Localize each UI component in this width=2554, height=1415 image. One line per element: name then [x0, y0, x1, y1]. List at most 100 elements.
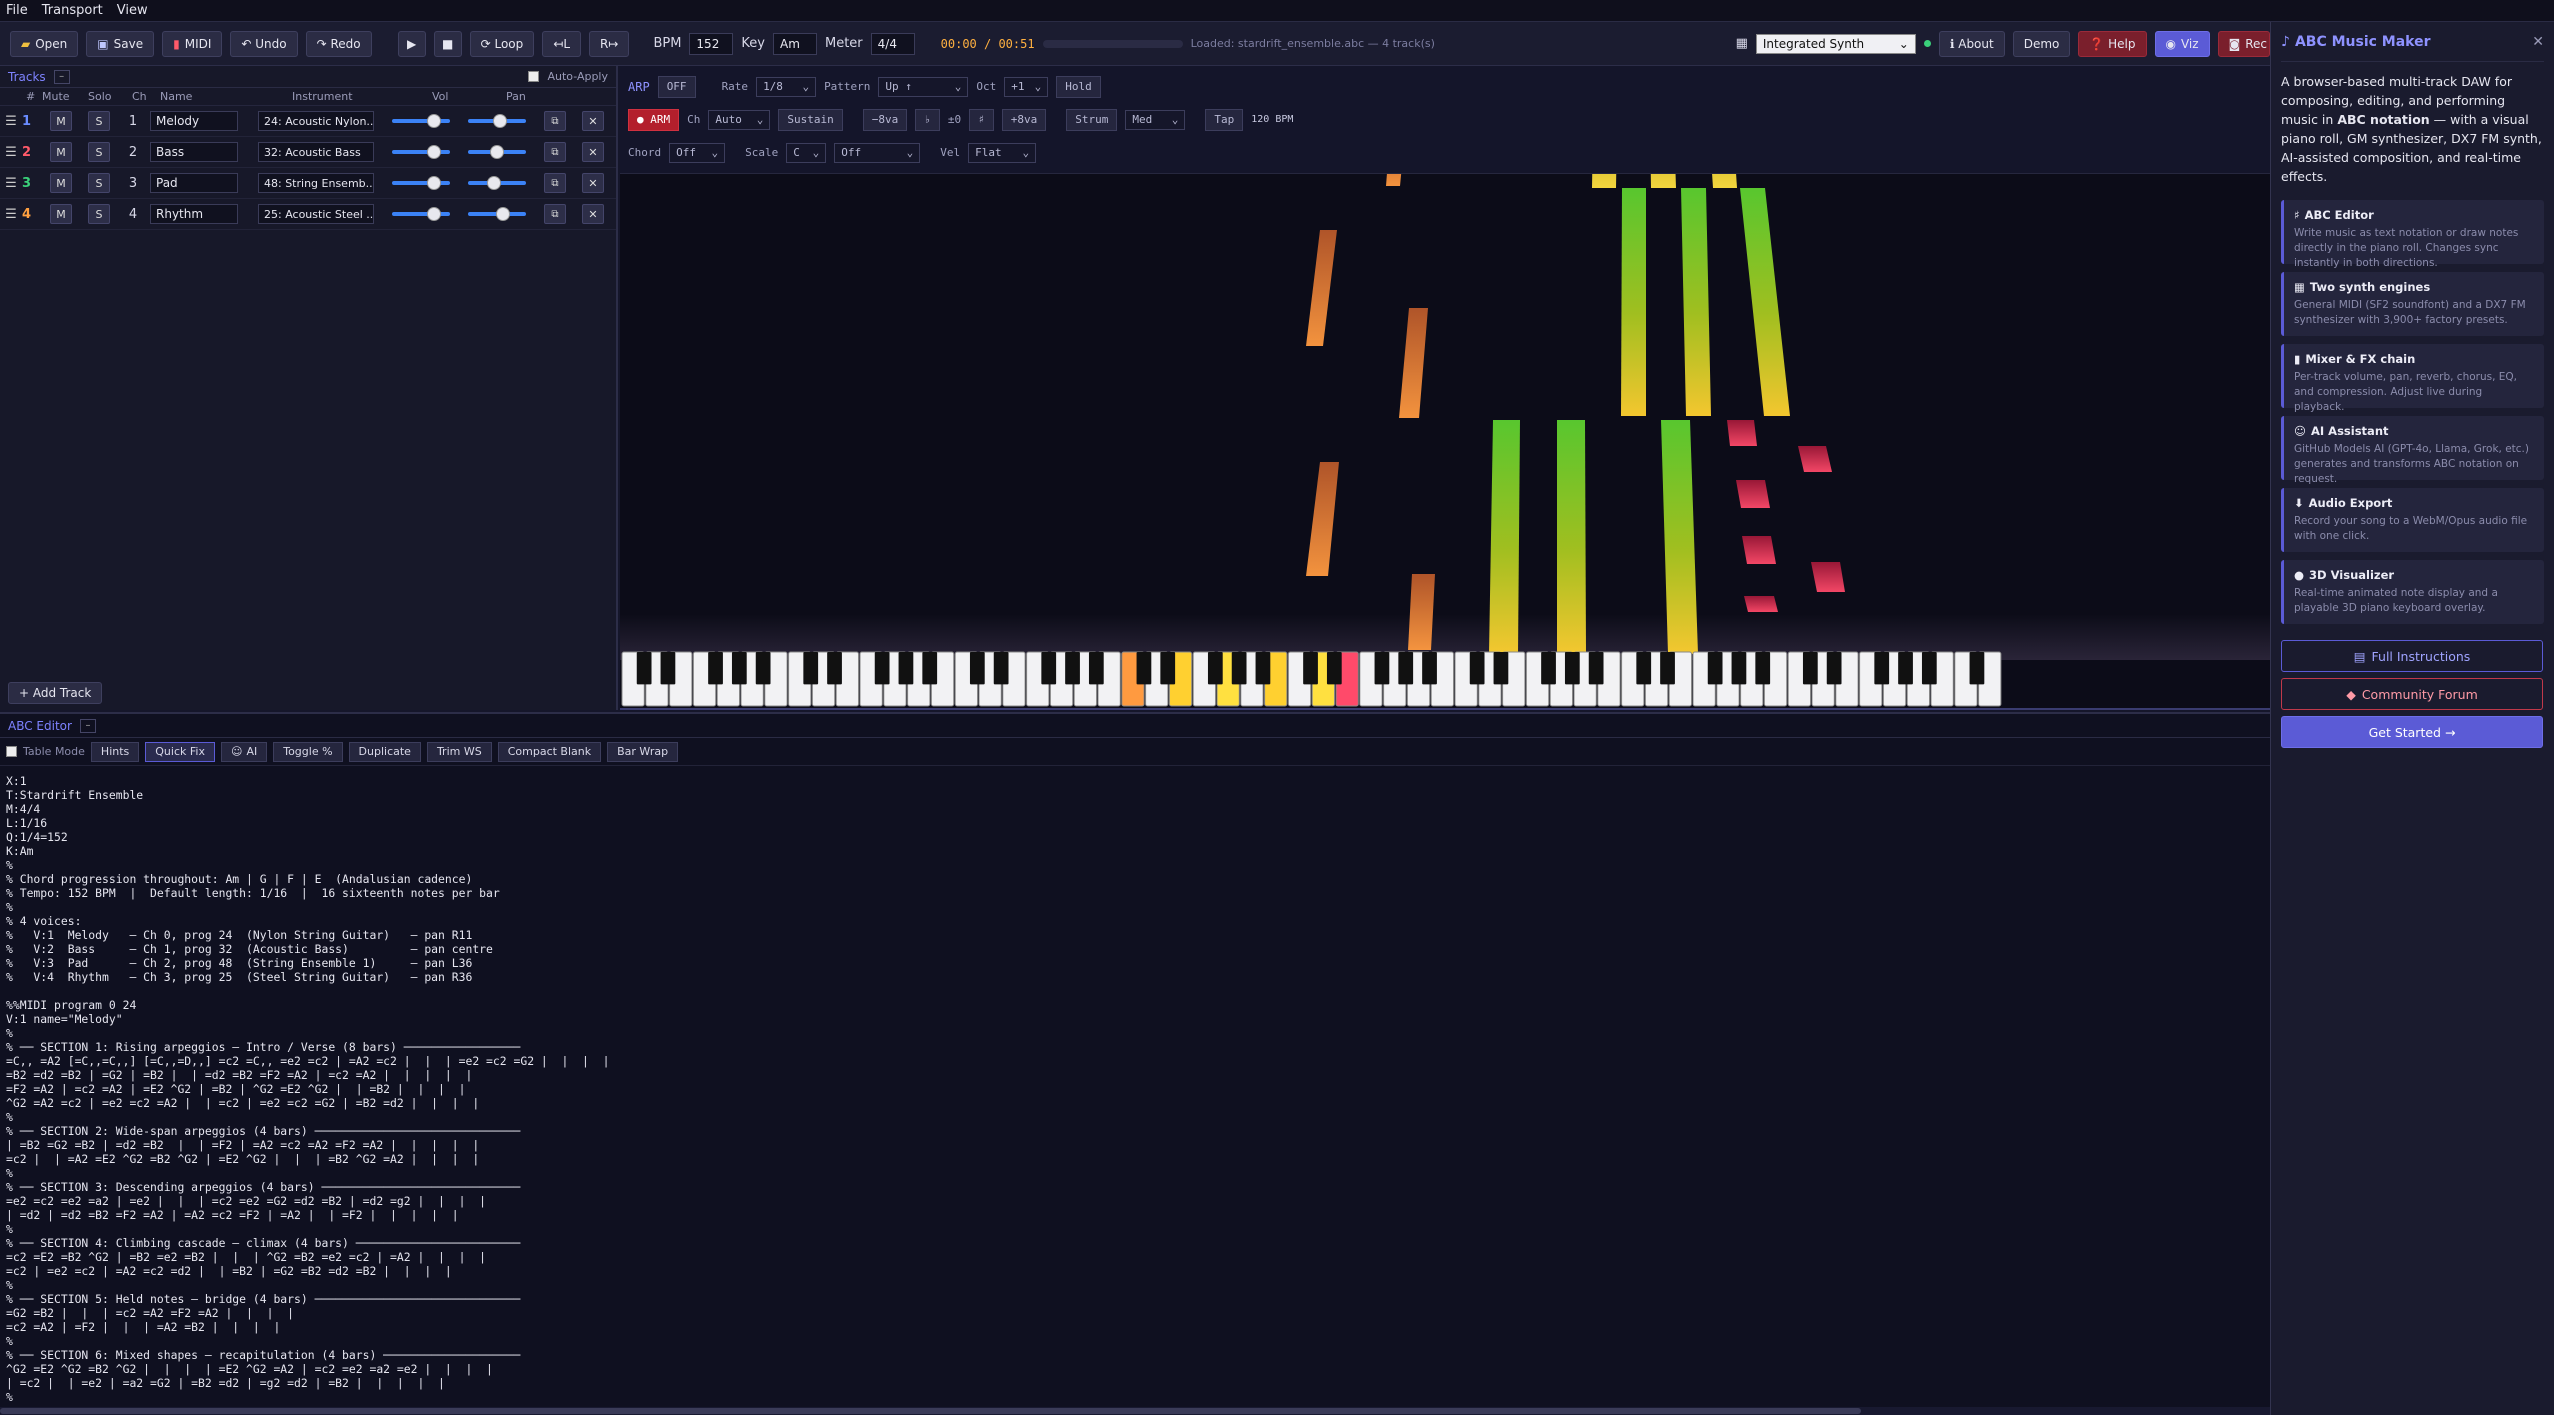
synth-select[interactable]: Integrated Synth ⌄: [1755, 33, 1916, 54]
add-track-button[interactable]: + Add Track: [8, 682, 103, 704]
menu-file[interactable]: File: [6, 3, 28, 18]
volume-knob[interactable]: [426, 114, 441, 128]
track-name-input[interactable]: Bass: [150, 142, 238, 162]
hold-button[interactable]: Hold: [1056, 75, 1101, 98]
auto-apply-checkbox[interactable]: [528, 71, 540, 82]
rec-button[interactable]: ◙ Rec: [2217, 30, 2270, 57]
arm-button[interactable]: ● ARM: [628, 108, 680, 131]
key-input[interactable]: Am: [773, 32, 817, 55]
community-forum-button[interactable]: ◆ Community Forum: [2281, 678, 2543, 710]
demo-button[interactable]: Demo: [2012, 30, 2071, 57]
delete-icon[interactable]: ✕: [582, 142, 604, 162]
editor-collapse-button[interactable]: –: [79, 718, 96, 733]
undo-button[interactable]: ↶ Undo: [230, 30, 298, 57]
sustain-button[interactable]: Sustain: [778, 108, 843, 131]
full-instructions-button[interactable]: ▤ Full Instructions: [2281, 640, 2543, 672]
pan-knob[interactable]: [487, 176, 502, 190]
copy-icon[interactable]: ⧉: [544, 142, 566, 162]
bpm-input[interactable]: 152: [689, 32, 734, 55]
volume-slider[interactable]: [392, 145, 450, 159]
rate-select[interactable]: 1/8 ⌄: [756, 76, 817, 97]
copy-icon[interactable]: ⧉: [544, 111, 566, 131]
menu-transport[interactable]: Transport: [42, 3, 103, 18]
copy-icon[interactable]: ⧉: [544, 204, 566, 224]
tracks-collapse-button[interactable]: –: [53, 69, 70, 84]
pattern-select[interactable]: Up ↑ ⌄: [878, 76, 969, 97]
bar-wrap-button[interactable]: Bar Wrap: [607, 741, 679, 762]
copy-icon[interactable]: ⧉: [544, 173, 566, 193]
piano-roll-visualizer[interactable]: [620, 174, 2270, 710]
stop-button[interactable]: ■: [433, 30, 462, 57]
pan-knob[interactable]: [495, 207, 510, 221]
flat-button[interactable]: ♭: [915, 108, 940, 131]
track-name-input[interactable]: Rhythm: [150, 204, 238, 224]
mute-button[interactable]: M: [50, 173, 72, 193]
solo-button[interactable]: S: [88, 111, 110, 131]
ch-select[interactable]: Auto ⌄: [708, 109, 771, 130]
close-icon[interactable]: ✕: [2532, 34, 2544, 50]
octave-down-button[interactable]: −8va: [862, 108, 908, 131]
save-button[interactable]: ▣ Save: [86, 30, 155, 57]
play-button[interactable]: ▶: [397, 30, 426, 57]
volume-slider[interactable]: [392, 176, 450, 190]
mute-button[interactable]: M: [50, 111, 72, 131]
volume-knob[interactable]: [426, 176, 441, 190]
pan-knob[interactable]: [492, 114, 507, 128]
instrument-select[interactable]: 32: Acoustic Bass: [258, 142, 374, 162]
strum-select[interactable]: Med ⌄: [1125, 109, 1186, 130]
compact-blank-button[interactable]: Compact Blank: [497, 741, 602, 762]
solo-button[interactable]: S: [88, 173, 110, 193]
scale-root-select[interactable]: C ⌄: [786, 142, 827, 163]
abc-text-area[interactable]: X:1 T:Stardrift Ensemble M:4/4 L:1/16 Q:…: [0, 766, 2270, 1412]
volume-slider[interactable]: [392, 207, 450, 221]
arp-off-button[interactable]: OFF: [657, 75, 696, 98]
drag-handle-icon[interactable]: ☰: [0, 176, 22, 191]
drag-handle-icon[interactable]: ☰: [0, 145, 22, 160]
editor-scroll-thumb[interactable]: [0, 1408, 1862, 1414]
instrument-select[interactable]: 24: Acoustic Nylon...: [258, 111, 374, 131]
trim-ws-button[interactable]: Trim WS: [426, 741, 492, 762]
viz-button[interactable]: ◉ Viz: [2154, 30, 2210, 57]
get-started-button[interactable]: Get Started →: [2281, 716, 2543, 748]
strum-button[interactable]: Strum: [1066, 108, 1118, 131]
loop-left-button[interactable]: ↤L: [542, 30, 582, 57]
duplicate-button[interactable]: Duplicate: [348, 741, 421, 762]
delete-icon[interactable]: ✕: [582, 111, 604, 131]
vel-select[interactable]: Flat ⌄: [968, 142, 1037, 163]
pan-slider[interactable]: [468, 145, 526, 159]
mute-button[interactable]: M: [50, 142, 72, 162]
scale-select[interactable]: Off ⌄: [834, 142, 921, 163]
quick-fix-button[interactable]: Quick Fix: [145, 741, 215, 762]
tap-button[interactable]: Tap: [1205, 108, 1244, 131]
redo-button[interactable]: ↷ Redo: [305, 30, 372, 57]
open-button[interactable]: ▰ Open: [10, 30, 79, 57]
instrument-select[interactable]: 25: Acoustic Steel ...: [258, 204, 374, 224]
editor-horizontal-scrollbar[interactable]: [0, 1407, 2270, 1415]
drag-handle-icon[interactable]: ☰: [0, 207, 22, 222]
solo-button[interactable]: S: [88, 142, 110, 162]
volume-knob[interactable]: [426, 145, 441, 159]
oct-select[interactable]: +1 ⌄: [1004, 76, 1049, 97]
playback-progress[interactable]: [1042, 39, 1183, 48]
pan-knob[interactable]: [490, 145, 504, 159]
hints-button[interactable]: Hints: [90, 741, 140, 762]
drag-handle-icon[interactable]: ☰: [0, 114, 22, 129]
pan-slider[interactable]: [468, 176, 526, 190]
solo-button[interactable]: S: [88, 204, 110, 224]
midi-button[interactable]: ▮ MIDI: [162, 30, 223, 57]
instrument-select[interactable]: 48: String Ensemb...: [258, 173, 374, 193]
toggle-comment-button[interactable]: Toggle %: [273, 741, 343, 762]
menu-view[interactable]: View: [117, 3, 148, 18]
mute-button[interactable]: M: [50, 204, 72, 224]
track-name-input[interactable]: Melody: [150, 111, 238, 131]
ai-button[interactable]: ☺ AI: [220, 741, 268, 762]
pan-slider[interactable]: [468, 207, 526, 221]
chord-select[interactable]: Off ⌄: [669, 142, 726, 163]
delete-icon[interactable]: ✕: [582, 173, 604, 193]
volume-knob[interactable]: [426, 207, 441, 221]
loop-button[interactable]: ⟳ Loop: [469, 30, 535, 57]
sharp-button[interactable]: ♯: [969, 108, 994, 131]
pan-slider[interactable]: [468, 114, 526, 128]
help-button[interactable]: ❓ Help: [2078, 30, 2147, 57]
loop-right-button[interactable]: R↦: [589, 30, 630, 57]
